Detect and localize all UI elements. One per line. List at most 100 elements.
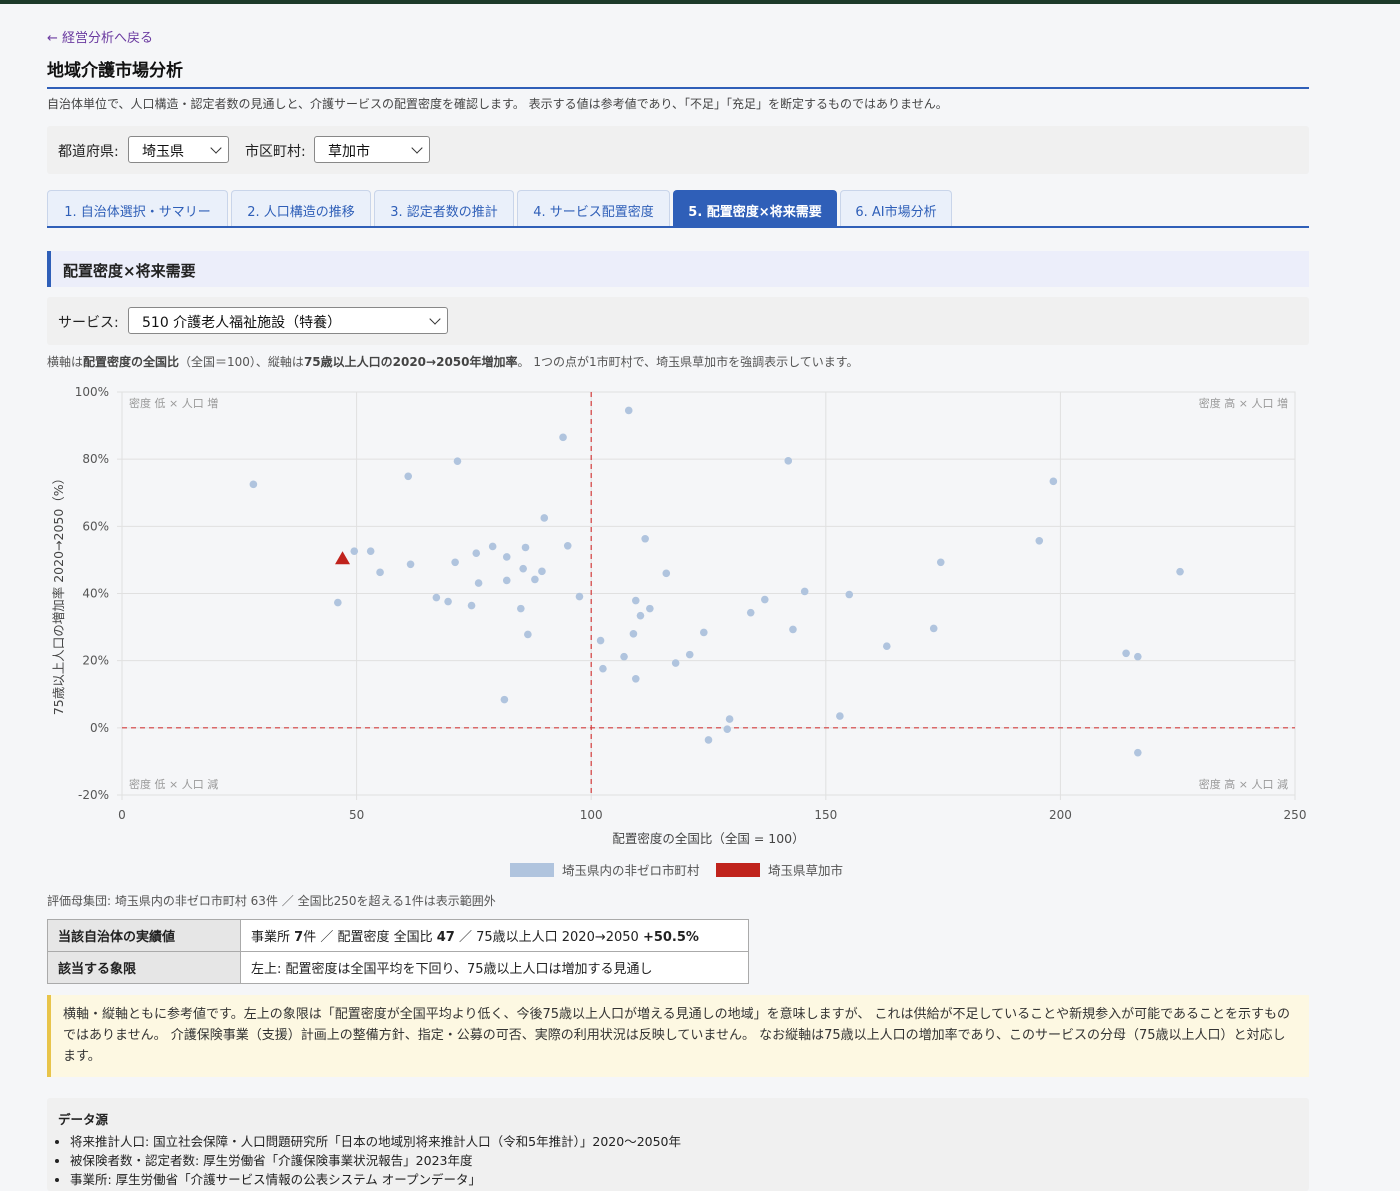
data-point bbox=[641, 534, 649, 543]
data-point bbox=[404, 472, 413, 481]
scatter-chart: 0 50 100 150 200 250 -20% 0% 20% 40% 60% 80% 100% 密度 … bbox=[51, 385, 1307, 878]
y-tick-label: 80% bbox=[82, 452, 109, 466]
data-point bbox=[517, 604, 525, 613]
service-label: サービス: bbox=[58, 315, 119, 331]
prefecture-label: 都道府県: bbox=[58, 144, 119, 160]
data-point bbox=[521, 543, 530, 552]
tab-certified-estimate[interactable]: 3. 認定者数の推計 bbox=[374, 190, 514, 226]
y-tick-label: 40% bbox=[82, 587, 109, 601]
data-point bbox=[1122, 649, 1130, 658]
data-sources-panel: データ源 将来推計人口: 国立社会保障・人口問題研究所「日本の地域別将来推計人口… bbox=[47, 1098, 1309, 1191]
chevron-down-icon bbox=[429, 313, 441, 325]
prefecture-select[interactable]: 埼玉県 bbox=[128, 136, 229, 163]
region-selector-panel: 都道府県: 埼玉県 市区町村: 草加市 bbox=[47, 126, 1309, 174]
data-point bbox=[502, 553, 511, 561]
chart-desc-text: 横軸は bbox=[47, 355, 84, 369]
x-tick-label: 100 bbox=[580, 808, 603, 822]
data-point bbox=[631, 675, 640, 683]
tab-population-trend[interactable]: 2. 人口構造の推移 bbox=[231, 190, 371, 226]
data-point bbox=[249, 480, 258, 489]
quadrant-label-bottom-left: 密度 低 × 人口 減 bbox=[129, 777, 218, 791]
data-point bbox=[472, 549, 481, 557]
data-point bbox=[531, 575, 539, 584]
summary-table: 当該自治体の実績値 事業所 7件 ／ 配置密度 全国比 47 ／ 75歳以上人口… bbox=[47, 919, 749, 984]
summary-text: ／ 75歳以上人口 2020→2050 bbox=[454, 930, 643, 945]
data-point bbox=[524, 630, 532, 639]
data-point bbox=[662, 569, 671, 578]
page-description: 自治体単位で、人口構造・認定者数の見通しと、介護サービスの配置密度を確認します。… bbox=[47, 97, 948, 111]
x-tick-label: 50 bbox=[349, 808, 364, 822]
legend-swatch-highlight bbox=[716, 863, 760, 877]
summary-facility-count: 7 bbox=[294, 930, 304, 945]
data-point bbox=[406, 560, 415, 569]
tab-summary[interactable]: 1. 自治体選択・サマリー bbox=[47, 190, 228, 226]
data-point bbox=[836, 712, 844, 720]
data-point bbox=[538, 567, 546, 576]
data-point bbox=[761, 595, 769, 604]
table-row: 該当する象限 左上: 配置密度は全国平均を下回り、75歳以上人口は増加する見通し bbox=[47, 951, 749, 984]
tab-divider bbox=[47, 226, 1309, 228]
x-tick-label: 250 bbox=[1284, 808, 1307, 822]
tab-ai-market-analysis[interactable]: 6. AI市場分析 bbox=[840, 190, 952, 226]
summary-value-actual: 事業所 7件 ／ 配置密度 全国比 47 ／ 75歳以上人口 2020→2050… bbox=[240, 919, 749, 952]
data-point bbox=[671, 659, 680, 667]
x-tick-label: 0 bbox=[118, 808, 126, 822]
summary-text: 件 ／ 配置密度 全国比 bbox=[303, 930, 437, 945]
chevron-down-icon bbox=[411, 142, 423, 154]
summary-header-quadrant: 該当する象限 bbox=[47, 951, 241, 984]
title-divider bbox=[47, 87, 1309, 89]
chart-description: 横軸は配置密度の全国比（全国＝100）、縦軸は75歳以上人口の2020→2050… bbox=[47, 353, 859, 370]
data-point bbox=[444, 597, 452, 606]
data-point bbox=[540, 514, 549, 522]
summary-growth-rate: +50.5% bbox=[642, 930, 699, 945]
data-point bbox=[800, 587, 809, 596]
data-point bbox=[453, 457, 462, 465]
service-select-value: 510 介護老人福祉施設（特養） bbox=[142, 315, 342, 331]
chart-desc-text: 。 1つの点が1市町村で、埼玉県草加市を強調表示しています。 bbox=[517, 355, 859, 369]
x-tick-label: 150 bbox=[814, 808, 837, 822]
list-item: 将来推計人口: 国立社会保障・人口問題研究所「日本の地域別将来推計人口（令和5年… bbox=[70, 1134, 1298, 1150]
evaluation-note: 評価母集団: 埼玉県内の非ゼロ市町村 63件 ／ 全国比250を超える1件は表示… bbox=[47, 894, 496, 908]
y-tick-label: -20% bbox=[78, 788, 109, 802]
legend-label-others: 埼玉県内の非ゼロ市町村 bbox=[562, 863, 700, 878]
data-point bbox=[723, 725, 732, 733]
data-point bbox=[700, 628, 708, 637]
municipality-select[interactable]: 草加市 bbox=[314, 136, 430, 163]
data-point bbox=[725, 715, 734, 723]
legend-label-highlight: 埼玉県草加市 bbox=[768, 863, 843, 878]
data-point bbox=[350, 547, 359, 555]
chart-desc-x-bold: 配置密度の全国比 bbox=[83, 355, 180, 369]
summary-value-quadrant: 左上: 配置密度は全国平均を下回り、75歳以上人口は増加する見通し bbox=[240, 951, 749, 984]
page-title: 地域介護市場分析 bbox=[47, 61, 183, 81]
table-row: 当該自治体の実績値 事業所 7件 ／ 配置密度 全国比 47 ／ 75歳以上人口… bbox=[47, 919, 749, 952]
y-tick-label: 100% bbox=[75, 385, 109, 399]
chart-desc-text: （全国＝100）、縦軸は bbox=[179, 355, 304, 369]
data-point bbox=[704, 736, 713, 744]
data-point bbox=[784, 457, 793, 465]
data-point bbox=[629, 630, 638, 638]
quadrant-label-bottom-right: 密度 高 × 人口 減 bbox=[1199, 777, 1288, 791]
data-point bbox=[451, 558, 459, 567]
y-tick-label: 0% bbox=[90, 721, 109, 735]
service-select[interactable]: 510 介護老人福祉施設（特養） bbox=[128, 307, 448, 334]
tab-density-future-demand[interactable]: 5. 配置密度×将来需要 bbox=[673, 190, 837, 226]
data-point bbox=[432, 593, 441, 602]
data-point bbox=[620, 652, 628, 661]
data-point bbox=[467, 601, 476, 610]
tab-service-density[interactable]: 4. サービス配置密度 bbox=[517, 190, 670, 226]
data-point bbox=[789, 625, 797, 634]
data-point bbox=[502, 576, 511, 585]
data-point bbox=[845, 590, 854, 599]
data-point bbox=[596, 636, 605, 645]
data-point bbox=[882, 642, 891, 651]
back-to-analysis-link[interactable]: ← 経営分析へ戻る bbox=[47, 27, 153, 46]
summary-header-actual: 当該自治体の実績値 bbox=[47, 919, 241, 952]
municipality-label: 市区町村: bbox=[245, 144, 306, 160]
data-point bbox=[685, 650, 694, 659]
summary-density-ratio: 47 bbox=[436, 930, 455, 945]
quadrant-label-top-left: 密度 低 × 人口 増 bbox=[129, 396, 218, 410]
data-sources-list: 将来推計人口: 国立社会保障・人口問題研究所「日本の地域別将来推計人口（令和5年… bbox=[58, 1134, 1298, 1188]
data-point bbox=[646, 604, 654, 613]
section-title: 配置密度×将来需要 bbox=[47, 251, 1309, 287]
data-point bbox=[519, 564, 527, 573]
